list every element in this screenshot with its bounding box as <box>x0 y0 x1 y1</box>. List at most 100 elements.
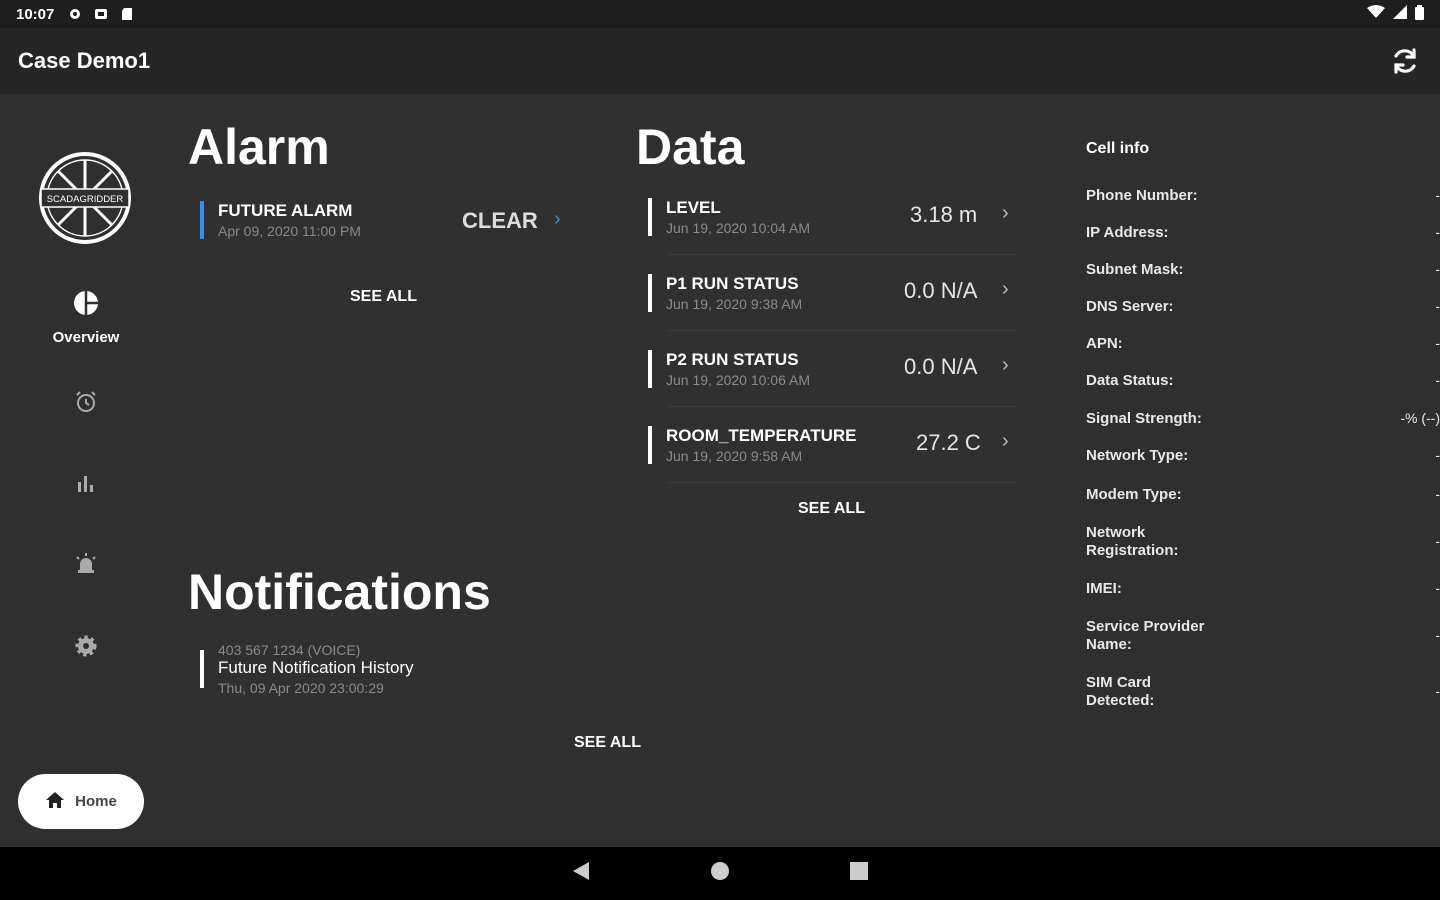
data-text: P1 RUN STATUS Jun 19, 2020 9:38 AM <box>666 274 802 312</box>
status-time: 10:07 <box>16 5 55 23</box>
cell-label: Network Type: <box>1086 447 1189 464</box>
cell-value: - <box>1435 486 1440 502</box>
alarm-name: FUTURE ALARM <box>218 201 353 220</box>
cell-label: Service Provider Name: <box>1086 618 1205 653</box>
cell-value: - <box>1435 683 1440 699</box>
recents-icon[interactable] <box>850 862 868 885</box>
cell-label: Phone Number: <box>1086 187 1198 204</box>
cell-label: Network Registration: <box>1086 524 1179 559</box>
chevron-right-icon[interactable]: › <box>554 208 561 231</box>
data-row-level[interactable]: LEVEL Jun 19, 2020 10:04 AM 3.18 m › <box>648 192 1028 242</box>
data-see-all-link[interactable]: SEE ALL <box>798 500 865 518</box>
cell-value: - <box>1435 187 1440 203</box>
divider <box>668 254 1018 255</box>
chevron-right-icon[interactable]: › <box>1002 430 1009 453</box>
cell-value: - <box>1435 447 1440 463</box>
divider <box>668 406 1018 407</box>
data-value: 3.18 m <box>910 202 978 227</box>
data-title: Data <box>636 119 745 175</box>
nav-item-overview-label: Overview <box>52 329 120 346</box>
cell-label: SIM Card Detected: <box>1086 674 1155 709</box>
cell-label: DNS Server: <box>1086 298 1174 315</box>
nav-item-alarms[interactable] <box>0 390 172 419</box>
cell-value: - <box>1435 261 1440 277</box>
cell-value: - <box>1435 298 1440 314</box>
data-row-room-temperature[interactable]: ROOM_TEMPERATURE Jun 19, 2020 9:58 AM 27… <box>648 420 1028 470</box>
data-row-p1-run-status[interactable]: P1 RUN STATUS Jun 19, 2020 9:38 AM 0.0 N… <box>648 268 1028 318</box>
data-value: 27.2 C <box>916 430 981 455</box>
alarm-see-all-link[interactable]: SEE ALL <box>350 288 417 306</box>
cell-value: - <box>1435 580 1440 596</box>
status-right <box>1367 4 1424 24</box>
cell-label: Signal Strength: <box>1086 410 1202 427</box>
home-button-label: Home <box>75 793 117 810</box>
data-indicator <box>648 198 652 236</box>
home-circle-icon[interactable] <box>710 861 730 886</box>
data-indicator <box>648 350 652 388</box>
app-bar: Case Demo1 <box>0 28 1440 94</box>
signal-icon <box>1393 5 1407 23</box>
back-icon[interactable] <box>572 861 590 886</box>
alarm-date: Apr 09, 2020 11:00 PM <box>218 223 361 239</box>
home-icon <box>45 790 65 814</box>
nav-item-overview[interactable]: Overview <box>0 290 172 346</box>
data-value: 0.0 N/A <box>904 278 978 303</box>
notification-status-icon <box>94 7 108 21</box>
data-text: LEVEL Jun 19, 2020 10:04 AM <box>666 198 810 236</box>
logo-text: SCADAGRIDDER <box>47 194 124 205</box>
data-indicator <box>648 274 652 312</box>
gear-status-icon <box>68 7 82 21</box>
battery-icon <box>1415 4 1424 24</box>
cell-value: -% (--) <box>1400 410 1440 426</box>
notifications-title: Notifications <box>188 564 491 620</box>
data-date: Jun 19, 2020 10:06 AM <box>666 372 810 388</box>
alarm-text: FUTURE ALARM Apr 09, 2020 11:00 PM <box>218 201 361 239</box>
alarm-clock-icon <box>74 390 98 419</box>
cell-label: Data Status: <box>1086 372 1174 389</box>
divider <box>668 330 1018 331</box>
notification-row[interactable]: 403 567 1234 (VOICE) Future Notification… <box>200 640 700 698</box>
cell-label: IMEI: <box>1086 580 1122 597</box>
data-value: 0.0 N/A <box>904 354 978 379</box>
cell-value: - <box>1435 372 1440 388</box>
notification-source: 403 567 1234 (VOICE) <box>218 642 361 658</box>
side-navigation: SCADAGRIDDER Overview Home <box>0 94 172 847</box>
nav-item-notifications[interactable] <box>0 552 172 581</box>
alarm-title: Alarm <box>188 119 330 175</box>
data-indicator <box>648 426 652 464</box>
cell-value: - <box>1435 627 1440 643</box>
nav-item-data[interactable] <box>0 472 172 499</box>
cell-label: Subnet Mask: <box>1086 261 1184 278</box>
cell-value: - <box>1435 224 1440 240</box>
company-logo: SCADAGRIDDER <box>38 151 132 245</box>
data-date: Jun 19, 2020 9:58 AM <box>666 448 803 464</box>
alarm-indicator <box>200 201 204 239</box>
chevron-right-icon[interactable]: › <box>1002 278 1009 301</box>
gear-icon <box>74 634 98 663</box>
clear-alarm-button[interactable]: CLEAR <box>462 208 538 234</box>
bar-chart-icon <box>75 472 97 499</box>
data-name: P1 RUN STATUS <box>666 274 799 293</box>
system-navigation-bar <box>0 847 1440 900</box>
siren-icon <box>74 552 98 581</box>
data-row-p2-run-status[interactable]: P2 RUN STATUS Jun 19, 2020 10:06 AM 0.0 … <box>648 344 1028 394</box>
nav-item-settings[interactable] <box>0 634 172 663</box>
data-date: Jun 19, 2020 10:04 AM <box>666 220 810 236</box>
data-name: LEVEL <box>666 198 721 217</box>
notification-indicator <box>200 650 204 688</box>
data-date: Jun 19, 2020 9:38 AM <box>666 296 803 312</box>
refresh-icon[interactable] <box>1388 44 1422 78</box>
status-bar: 10:07 <box>0 0 1440 28</box>
wifi-icon <box>1367 5 1385 23</box>
notification-date: Thu, 09 Apr 2020 23:00:29 <box>218 680 384 696</box>
home-button[interactable]: Home <box>18 774 144 829</box>
divider <box>668 482 1018 483</box>
alarm-row[interactable]: FUTURE ALARM Apr 09, 2020 11:00 PM CLEAR… <box>200 192 580 248</box>
chevron-right-icon[interactable]: › <box>1002 354 1009 377</box>
app-title: Case Demo1 <box>18 48 151 73</box>
data-name: P2 RUN STATUS <box>666 350 799 369</box>
cell-info-title: Cell info <box>1086 140 1150 157</box>
cell-label: IP Address: <box>1086 224 1169 241</box>
chevron-right-icon[interactable]: › <box>1002 202 1009 225</box>
notifications-see-all-link[interactable]: SEE ALL <box>574 734 641 752</box>
